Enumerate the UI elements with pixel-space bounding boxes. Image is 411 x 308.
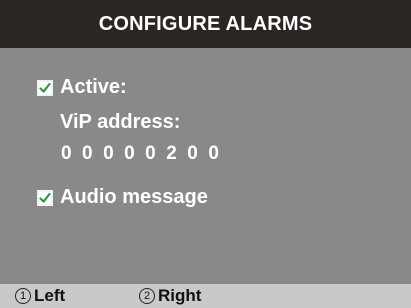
title-bar: CONFIGURE ALARMS bbox=[0, 0, 411, 48]
audio-message-checkbox[interactable] bbox=[37, 189, 53, 206]
softkey-left[interactable]: 1 Left bbox=[15, 284, 65, 308]
vip-address-value[interactable]: 0 0 0 0 0 2 0 0 bbox=[61, 143, 222, 165]
screen-title: CONFIGURE ALARMS bbox=[98, 12, 313, 35]
audio-message-option[interactable]: Audio message bbox=[37, 186, 208, 209]
softkey-2-number: 2 bbox=[139, 288, 155, 304]
alarm-config-screen: CONFIGURE ALARMS Active: ViP address: 0 … bbox=[0, 0, 411, 308]
softkey-left-label: Left bbox=[34, 286, 66, 305]
vip-address-label-row: ViP address: bbox=[60, 111, 180, 134]
audio-message-label: Audio message bbox=[60, 186, 208, 208]
softkey-right-label: Right bbox=[158, 286, 202, 305]
vip-address-label: ViP address: bbox=[60, 111, 181, 133]
softkey-bar: 1 Left 2 Right bbox=[0, 284, 411, 308]
softkey-right[interactable]: 2 Right bbox=[139, 284, 201, 308]
active-label: Active: bbox=[60, 76, 127, 98]
active-checkbox[interactable] bbox=[37, 79, 53, 96]
checkmark-icon bbox=[39, 192, 51, 203]
active-option[interactable]: Active: bbox=[37, 76, 127, 99]
checkmark-icon bbox=[39, 82, 51, 93]
softkey-1-number: 1 bbox=[15, 288, 31, 304]
vip-address-value-row[interactable]: 0 0 0 0 0 2 0 0 bbox=[61, 143, 222, 165]
